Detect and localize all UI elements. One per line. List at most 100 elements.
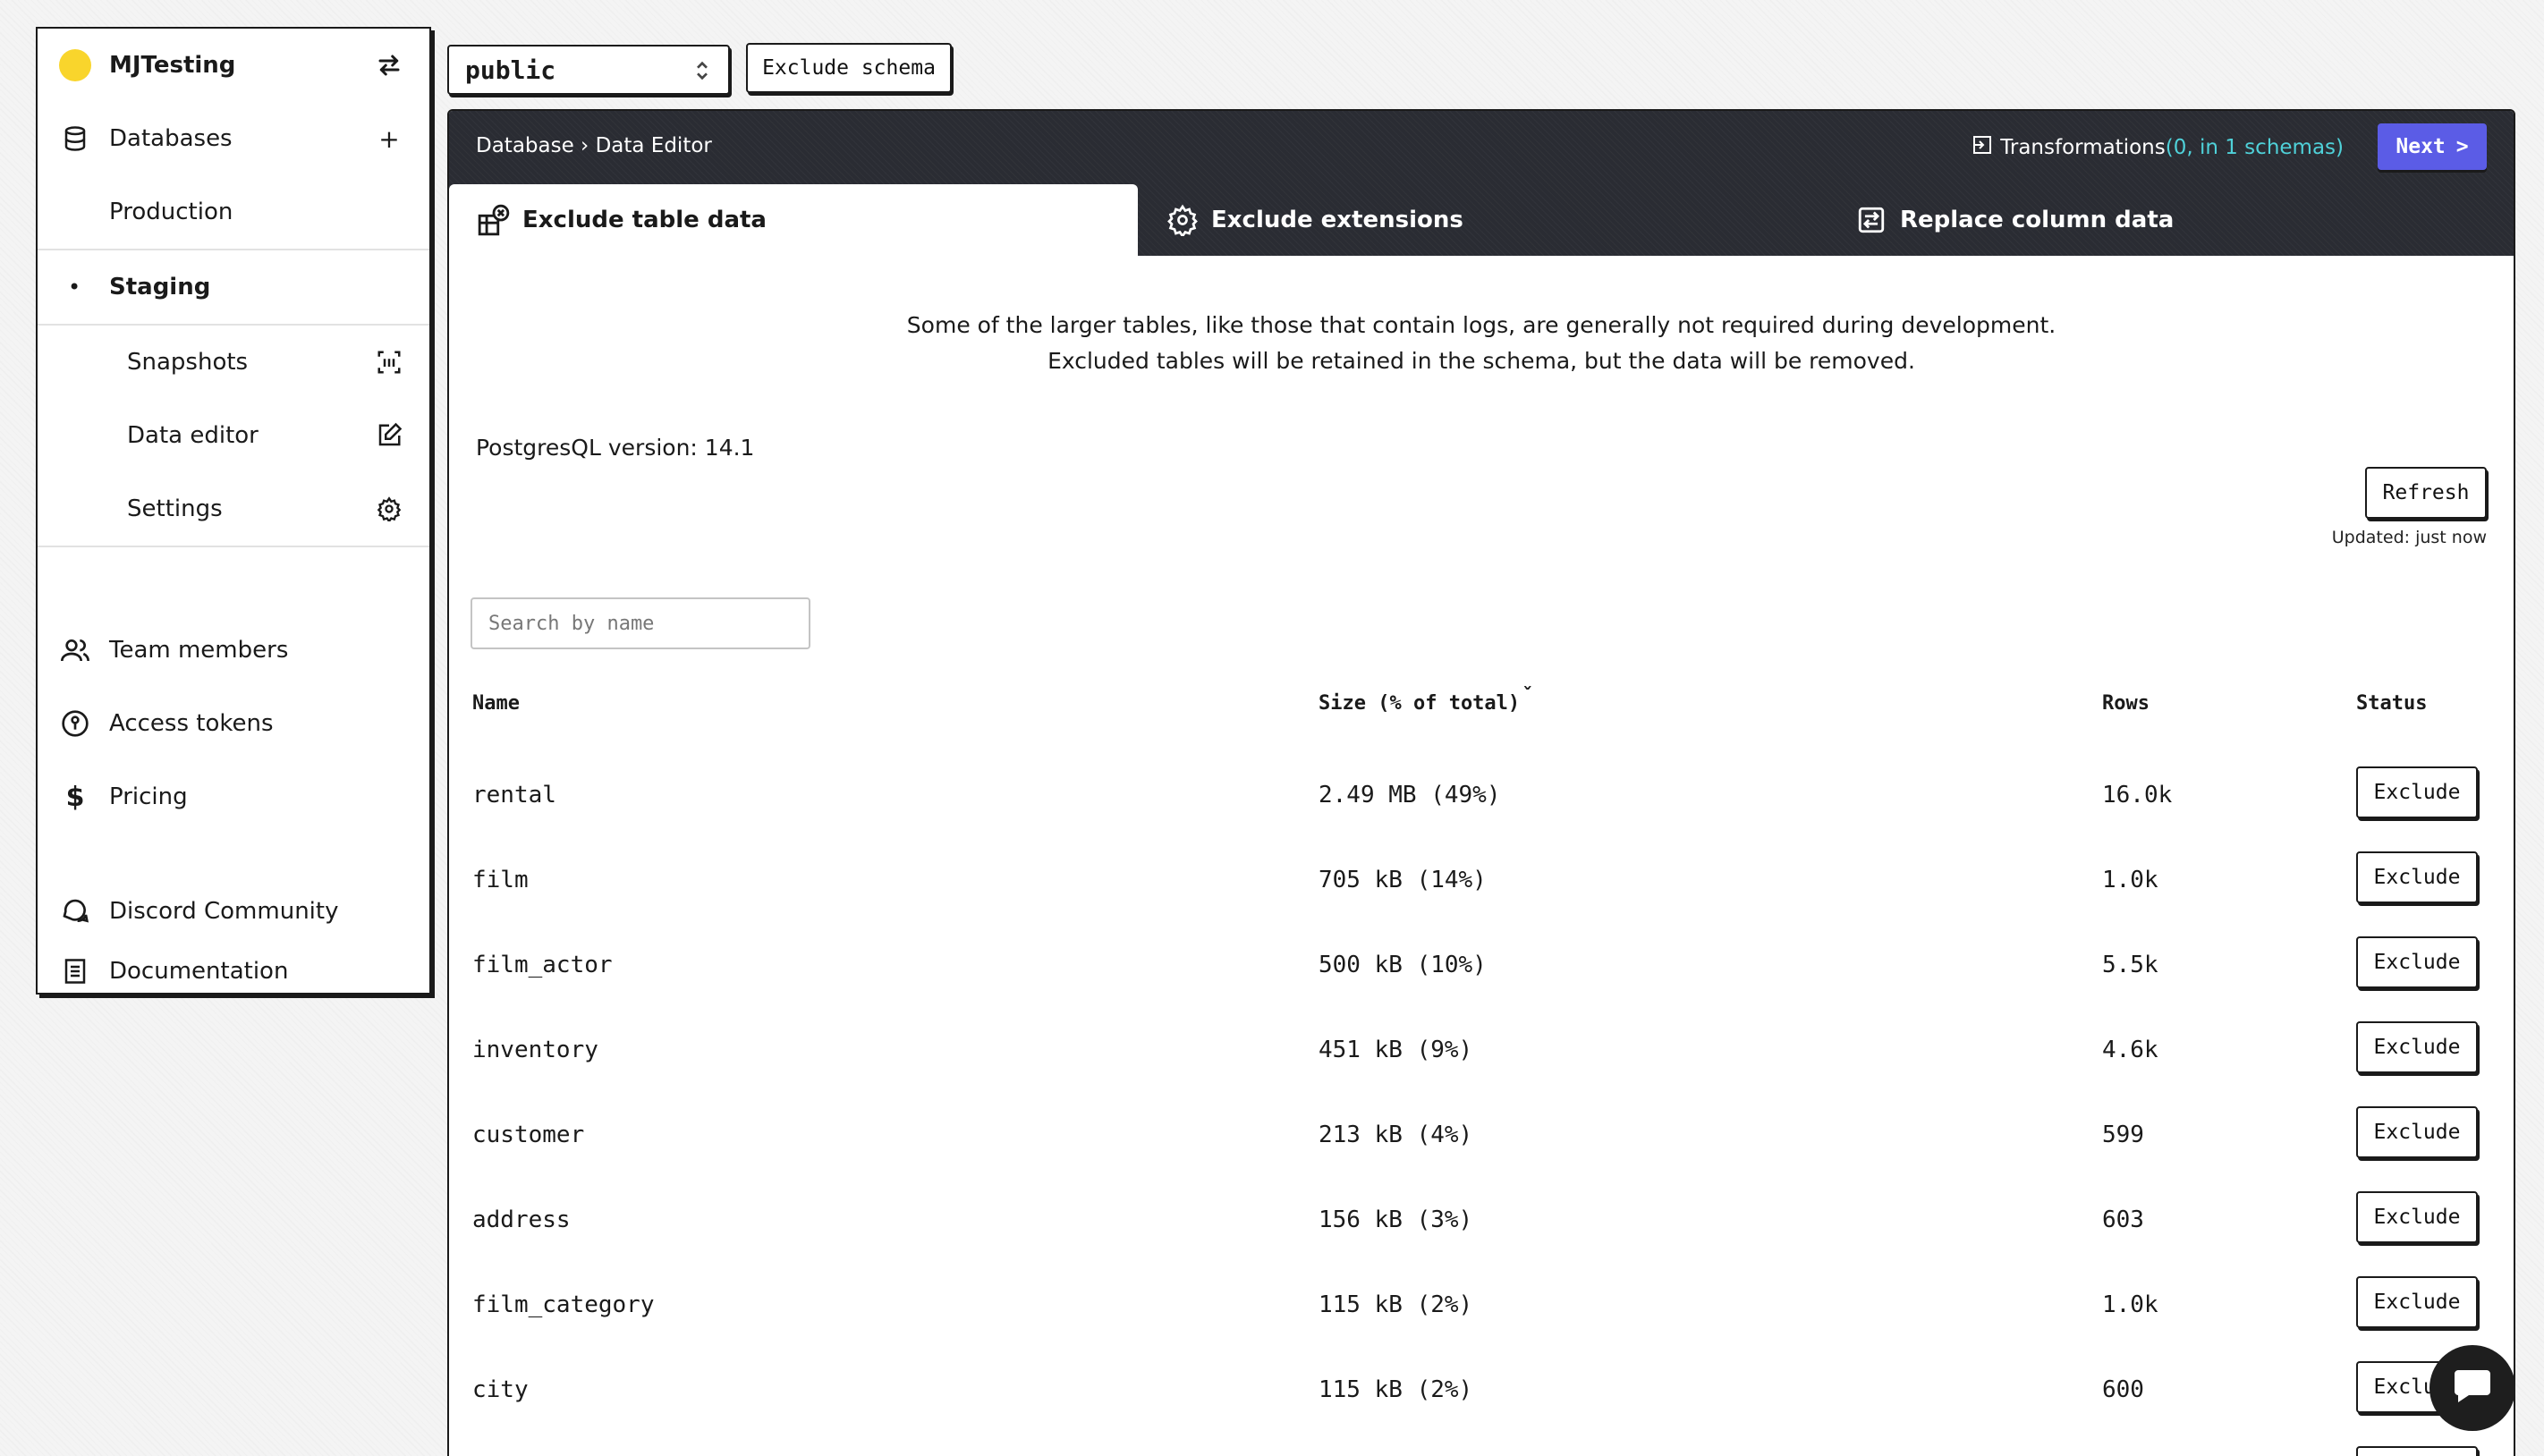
exclude-button[interactable]: Exclude: [2356, 1021, 2478, 1073]
sidebar-item-data-editor[interactable]: Data editor: [38, 399, 429, 472]
sidebar-item-label: Snapshots: [127, 349, 249, 376]
description-line-1: Some of the larger tables, like those th…: [906, 312, 2056, 338]
next-label: Next: [2396, 135, 2446, 158]
table-cell-rows: 4.6k: [2102, 1037, 2158, 1063]
sidebar-item-label: Databases: [109, 125, 233, 152]
org-switcher[interactable]: MJTesting: [38, 29, 429, 102]
add-database-button[interactable]: +: [374, 123, 404, 154]
chat-widget-button[interactable]: [2430, 1345, 2515, 1431]
keyhole-icon: [59, 707, 91, 740]
plus-icon: +: [378, 123, 400, 154]
tab-replace-column-data[interactable]: Replace column data: [1853, 184, 2390, 256]
table-row: inventory 451 kB (9%) 4.6k Exclude: [449, 1015, 2514, 1087]
switch-arrows-icon[interactable]: [374, 50, 404, 80]
table-cell-rows: 600: [2102, 1376, 2144, 1403]
sidebar-item-discord[interactable]: Discord Community: [38, 875, 429, 948]
table-row: film_category 115 kB (2%) 1.0k Exclude: [449, 1270, 2514, 1342]
exclude-button[interactable]: Exclude: [2356, 1446, 2478, 1456]
schema-select-value: public: [465, 55, 556, 85]
table-cell-rows: 1.0k: [2102, 867, 2158, 893]
chat-bubbles-icon: [59, 895, 91, 927]
table-cell-rows: 16.0k: [2102, 782, 2173, 808]
transformations-icon: [1972, 134, 1993, 161]
exclude-schema-button[interactable]: Exclude schema: [746, 43, 952, 93]
table-cell-size: 705 kB (14%): [1319, 867, 1487, 893]
transformations-label: Transformations: [2000, 136, 2166, 159]
exclude-button[interactable]: Exclude: [2356, 936, 2478, 988]
sidebar-item-staging[interactable]: • Staging: [38, 250, 429, 324]
users-icon: [59, 634, 91, 666]
table-cell-name: inventory: [472, 1037, 598, 1063]
exclude-button[interactable]: Exclude: [2356, 851, 2478, 903]
tab-exclude-extensions[interactable]: Exclude extensions: [1165, 184, 1701, 256]
dollar-icon: $: [65, 781, 85, 813]
table-cell-rows: 1.0k: [2102, 1291, 2158, 1318]
column-header-status[interactable]: Status: [2356, 692, 2427, 715]
table-row: address 156 kB (3%) 603 Exclude: [449, 1185, 2514, 1257]
description-line-2: Excluded tables will be retained in the …: [1047, 348, 1915, 374]
tab-exclude-table-data[interactable]: Exclude table data: [449, 184, 1138, 256]
chat-icon: [2451, 1367, 2494, 1409]
sidebar-item-label: Discord Community: [109, 898, 339, 925]
exclude-button[interactable]: Exclude: [2356, 1191, 2478, 1243]
sidebar-item-label: Staging: [109, 274, 211, 301]
document-icon: [59, 955, 91, 987]
database-icon: [59, 123, 91, 155]
sidebar: MJTesting Databases + Production • Stagi…: [36, 27, 431, 995]
sidebar-item-snapshots[interactable]: Snapshots: [38, 326, 429, 399]
chevron-up-down-icon: [692, 57, 712, 90]
snapshot-scan-icon: [374, 347, 404, 377]
tab-label: Replace column data: [1900, 207, 2175, 233]
replace-arrows-icon: [1853, 202, 1889, 238]
table-cell-size: 500 kB (10%): [1319, 952, 1487, 978]
sidebar-item-databases[interactable]: Databases +: [38, 102, 429, 175]
sidebar-item-label: Access tokens: [109, 710, 274, 737]
table-cell-name: film_category: [472, 1291, 655, 1318]
refresh-button[interactable]: Refresh: [2365, 467, 2487, 519]
sidebar-item-label: Team members: [109, 637, 289, 664]
gear-icon: [374, 494, 404, 524]
table-cell-rows: 5.5k: [2102, 952, 2158, 978]
table-row: film_actor 500 kB (10%) 5.5k Exclude: [449, 930, 2514, 1002]
transformations-link[interactable]: Transformations (0, in 1 schemas): [1972, 134, 2344, 161]
table-cell-name: film: [472, 867, 529, 893]
table-cell-size: 115 kB (2%): [1319, 1376, 1473, 1403]
sidebar-item-pricing[interactable]: $ Pricing: [38, 760, 429, 834]
sidebar-item-settings[interactable]: Settings: [38, 472, 429, 546]
search-input[interactable]: [471, 597, 810, 649]
sidebar-item-label: Data editor: [127, 422, 259, 449]
sidebar-item-production[interactable]: Production: [38, 175, 429, 249]
active-bullet-icon: •: [68, 275, 81, 300]
edit-square-icon: [374, 420, 404, 451]
table-cell-name: customer: [472, 1122, 585, 1148]
exclude-button[interactable]: Exclude: [2356, 1106, 2478, 1158]
sort-descending-icon: ˇ: [1522, 685, 1534, 707]
sidebar-item-label: Settings: [127, 495, 223, 522]
sidebar-item-label: Pricing: [109, 783, 188, 810]
org-avatar-icon: [59, 49, 91, 81]
panel-header: Database › Data Editor Transformations (…: [449, 111, 2514, 256]
table-cell-size: 213 kB (4%): [1319, 1122, 1473, 1148]
next-button[interactable]: Next >: [2378, 123, 2487, 170]
table-cell-name: film_actor: [472, 952, 613, 978]
chevron-right-icon: >: [2455, 135, 2469, 158]
column-header-name[interactable]: Name: [472, 692, 520, 715]
column-header-size[interactable]: Size (% of total)ˇ: [1319, 685, 1533, 715]
tab-label: Exclude table data: [522, 207, 767, 233]
table-row: customer 213 kB (4%) 599 Exclude: [449, 1100, 2514, 1172]
table-cell-size: 2.49 MB (49%): [1319, 782, 1501, 808]
table-cell-name: address: [472, 1206, 571, 1233]
sidebar-item-team-members[interactable]: Team members: [38, 614, 429, 687]
exclude-button[interactable]: Exclude: [2356, 766, 2478, 818]
table-cell-rows: 599: [2102, 1122, 2144, 1148]
table-exclude-icon: [476, 202, 512, 238]
sidebar-item-documentation[interactable]: Documentation: [38, 948, 429, 995]
column-header-rows[interactable]: Rows: [2102, 692, 2150, 715]
exclude-button[interactable]: Exclude: [2356, 1276, 2478, 1328]
org-name: MJTesting: [109, 52, 236, 79]
breadcrumb: Database › Data Editor: [476, 134, 712, 157]
sidebar-item-label: Documentation: [109, 958, 289, 985]
schema-select[interactable]: public: [447, 45, 730, 95]
sidebar-item-access-tokens[interactable]: Access tokens: [38, 687, 429, 760]
table-row: actor73.7 kB (1%)200Exclude: [449, 1440, 2514, 1456]
